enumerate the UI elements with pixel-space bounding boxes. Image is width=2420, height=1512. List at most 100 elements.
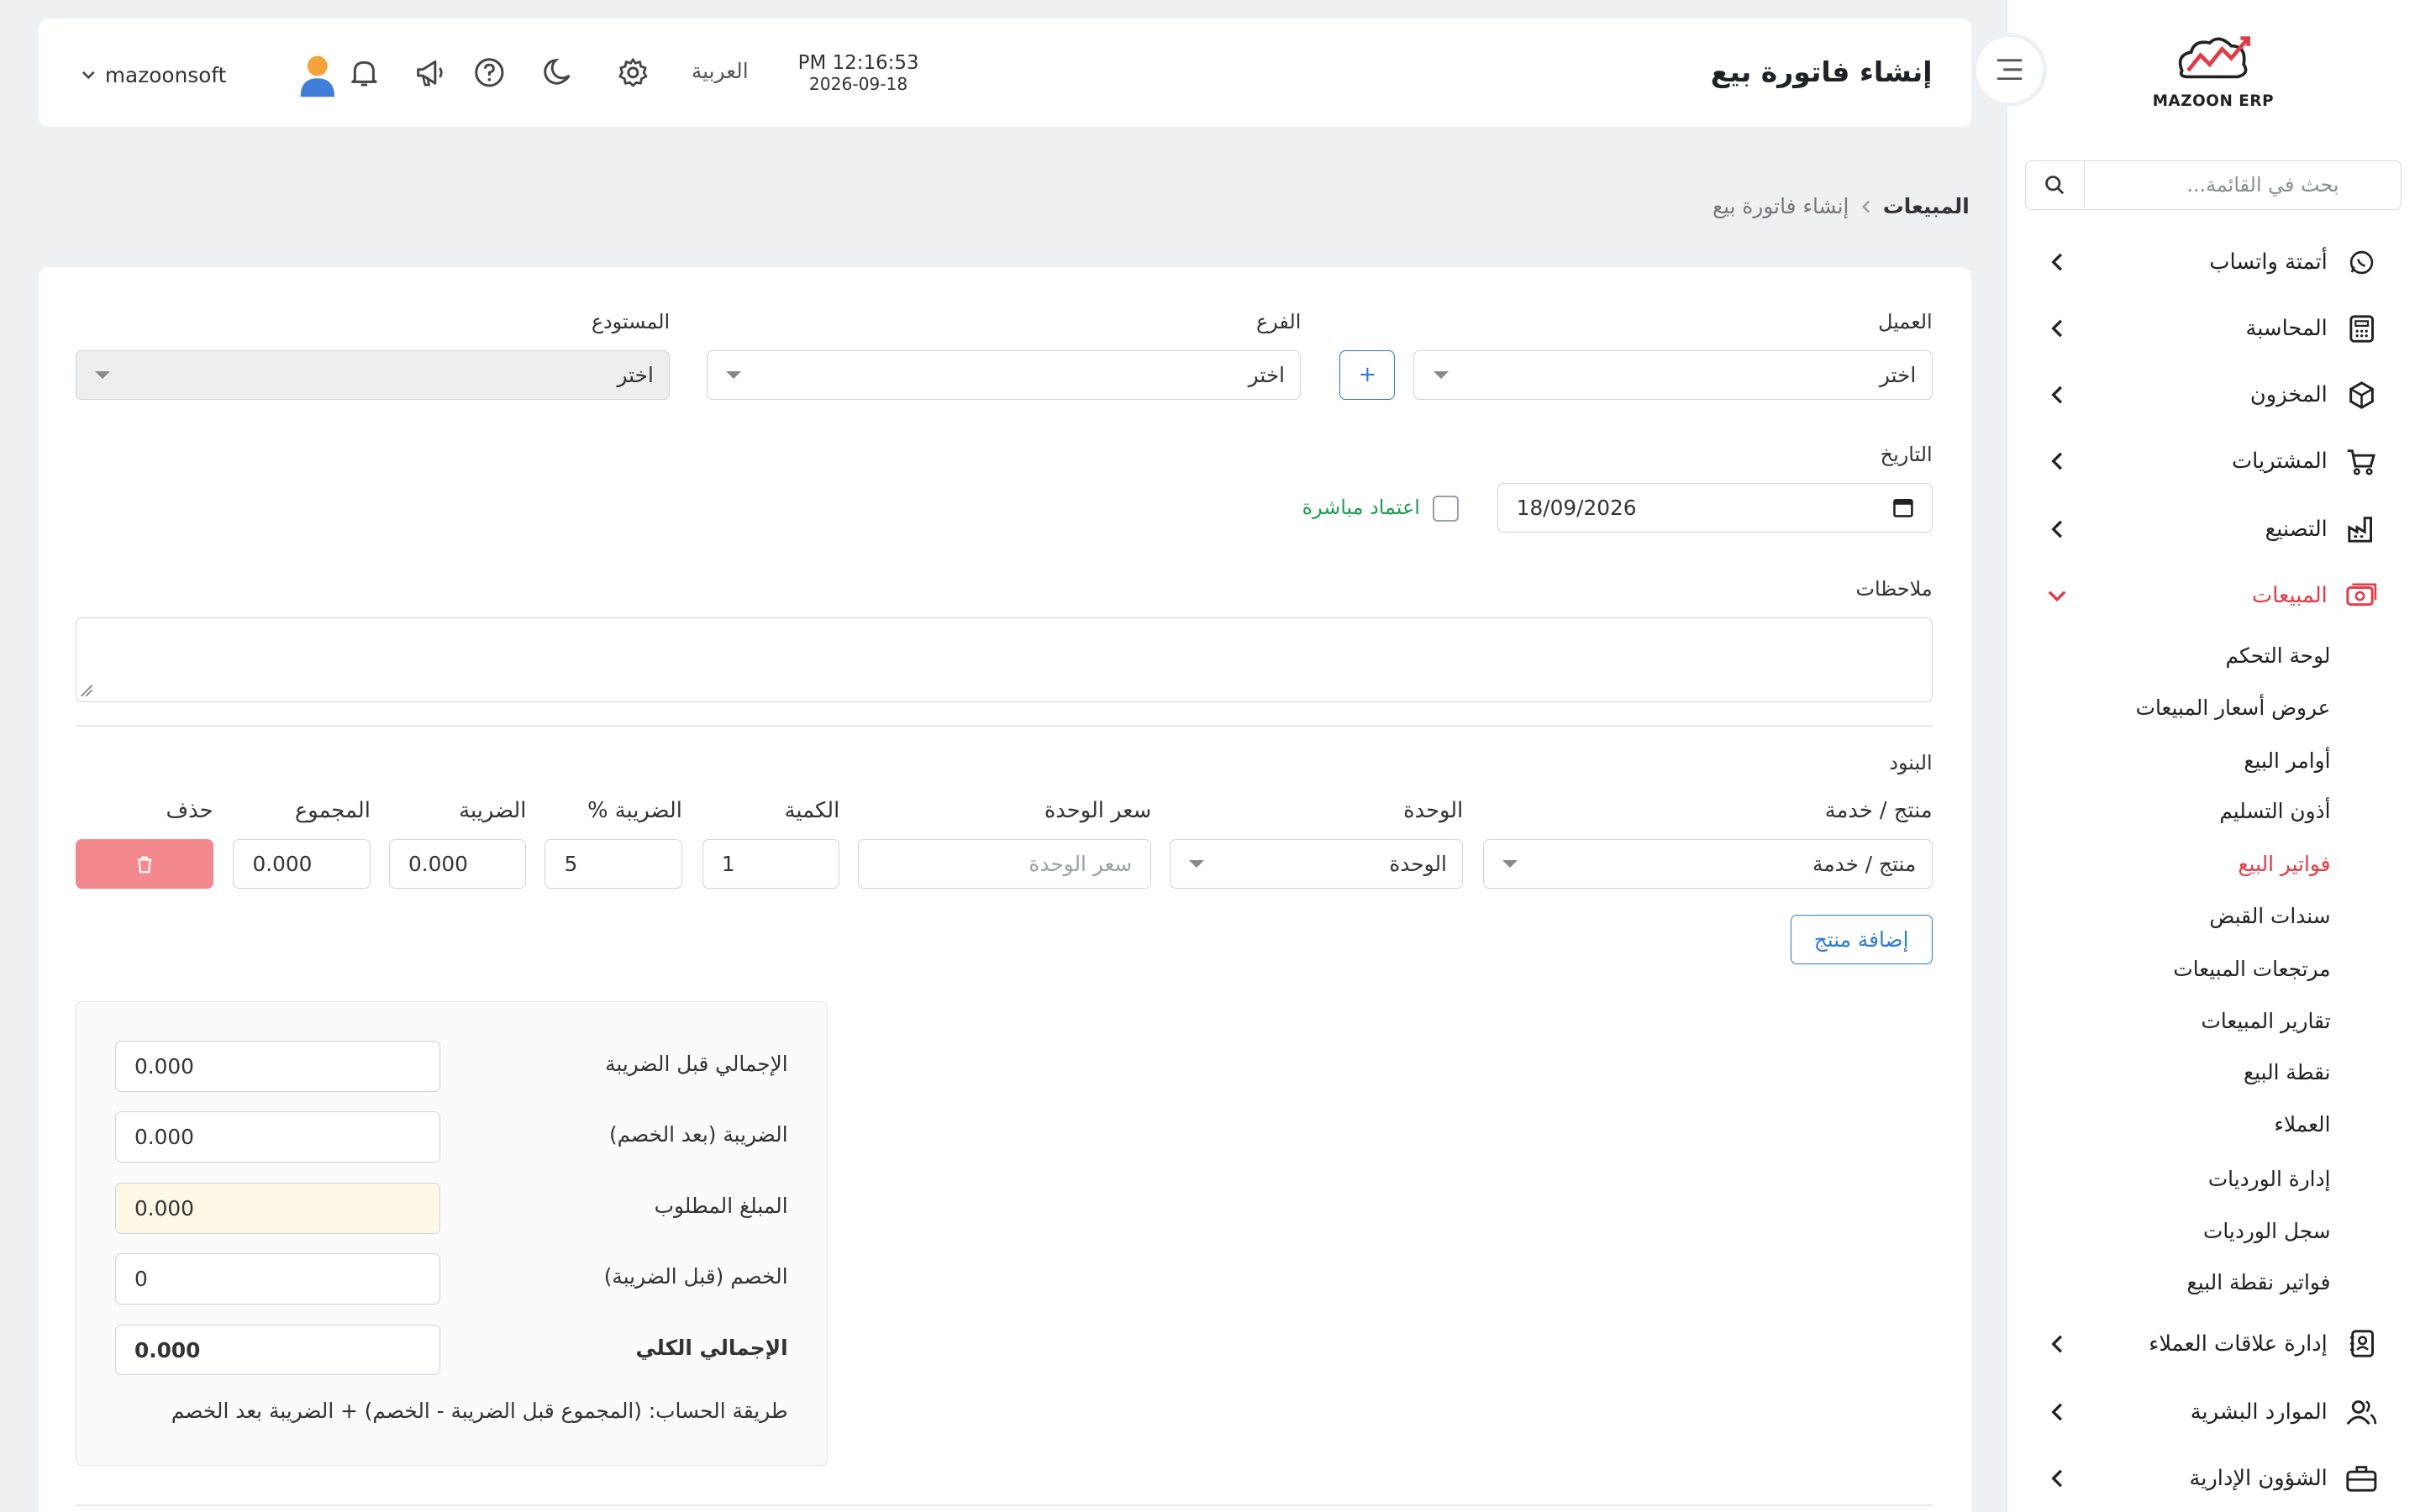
add-customer-button[interactable]: + [1339,349,1396,400]
dark-mode-icon[interactable] [540,55,574,89]
unit-select[interactable]: الوحدة [1170,839,1464,889]
logo[interactable]: MAZOON ERP [2151,34,2275,110]
sidebar-item-crm[interactable]: إدارة علاقات العملاء [2047,1322,2377,1365]
discount-input[interactable]: 0 [114,1253,441,1305]
menu-search-box [2024,160,2402,210]
customer-label: العميل [1878,310,1933,334]
caret-down-icon [1189,860,1205,868]
sidebar-item-label: المشتريات [2231,449,2328,475]
sidebar-item-label: أتمتة واتساب [2209,249,2328,276]
warehouse-select-value: اختر [617,362,654,387]
submenu-delivery-notes[interactable]: أذون التسليم [2219,799,2330,823]
whatsapp-icon [2346,247,2377,278]
logo-icon [2179,36,2251,79]
subtotal-label: الإجمالي قبل الضريبة [605,1051,788,1076]
submenu-sales-reports[interactable]: تقارير المبيعات [2202,1009,2331,1033]
amount-due-label: المبلغ المطلوب [654,1193,788,1218]
customer-select[interactable]: اختر [1413,349,1933,400]
settings-icon[interactable] [616,55,650,89]
submenu-sales-orders[interactable]: أوامر البيع [2244,748,2330,773]
submenu-pos-invoices[interactable]: فواتير نقطة البيع [2187,1270,2331,1294]
submenu-point-of-sale[interactable]: نقطة البيع [2244,1060,2331,1084]
sidebar-item-hr[interactable]: الموارد البشرية [2047,1390,2377,1433]
line-total-field: 0.000 [233,839,371,889]
chevron-down-icon [2047,585,2069,606]
unit-select-value: الوحدة [1389,852,1447,877]
clock-time: PM 12:16:53 [797,52,919,75]
items-label: البنود [1889,751,1933,775]
sidebar-item-purchases[interactable]: المشتريات [2047,439,2377,482]
invoice-form-card: العميل الفرع المستودع اختر + اختر اختر ا… [38,266,1971,1512]
language-switch[interactable]: العربية [692,59,749,83]
bottom-divider [76,1504,1933,1506]
add-product-button[interactable]: إضافة منتج [1790,915,1933,964]
chevron-left-icon [2047,1467,2069,1489]
submenu-receipt-vouchers[interactable]: سندات القبض [2209,904,2330,928]
sidebar-item-label: المبيعات [2252,582,2328,608]
megaphone-icon[interactable] [413,55,447,89]
submenu-shift-log[interactable]: سجل الورديات [2203,1219,2330,1243]
sidebar-item-label: التصنيع [2265,516,2328,542]
calculation-method-note: طريقة الحساب: (المجموع قبل الضريبة - الخ… [171,1399,788,1424]
col-total: المجموع [294,797,371,823]
caret-down-icon [1502,860,1518,868]
user-menu[interactable]: mazoonsoft [82,52,337,98]
direct-approval-label[interactable]: اعتماد مباشرة [1302,496,1420,519]
caret-down-icon [726,370,742,379]
menu-search-input[interactable] [2045,161,2339,208]
tax-after-discount-label: الضريبة (بعد الخصم) [608,1122,788,1147]
delete-line-button[interactable] [76,839,213,889]
subtotal-field: 0.000 [114,1040,441,1092]
notes-label: ملاحظات [1855,576,1933,601]
totals-summary: الإجمالي قبل الضريبة 0.000 الضريبة (بعد … [76,1001,828,1466]
avatar [300,56,334,97]
tax-percent-input[interactable]: 5 [544,839,682,889]
direct-approval-checkbox[interactable] [1432,495,1459,522]
sidebar-item-administration[interactable]: الشؤون الإدارية [2047,1457,2377,1499]
submenu-sales-invoices[interactable]: فواتير البيع [2238,852,2330,876]
page-title: إنشاء فاتورة بيع [1710,55,1933,89]
unit-price-input[interactable]: سعر الوحدة [858,839,1152,889]
clock-date: 2026-09-18 [808,74,908,95]
chevron-left-icon [2047,1333,2069,1355]
warehouse-select[interactable]: اختر [76,349,671,400]
submenu-sales-returns[interactable]: مرتجعات المبيعات [2173,957,2330,981]
chevron-left-icon [2047,450,2069,472]
branch-select[interactable]: اختر [707,349,1302,400]
quantity-input[interactable]: 1 [702,839,840,889]
sidebar-item-inventory[interactable]: المخزون [2047,373,2377,416]
help-icon[interactable] [472,55,506,89]
breadcrumb-root[interactable]: المبيعات [1883,194,1970,218]
bell-icon[interactable] [347,55,381,89]
sidebar-item-accounting[interactable]: المحاسبة [2047,307,2377,350]
username: mazoonsoft [104,63,227,88]
grand-total-field: 0.000 [114,1324,441,1376]
submenu-shift-management[interactable]: إدارة الورديات [2208,1167,2331,1191]
submenu-customers[interactable]: العملاء [2274,1112,2330,1137]
contacts-icon [2346,1328,2377,1359]
notes-textarea[interactable] [76,617,1933,702]
date-input[interactable]: 18/09/2026 [1497,482,1933,533]
chevron-down-icon [82,71,95,80]
submenu-dashboard[interactable]: لوحة التحكم [2226,643,2331,668]
search-button[interactable] [2026,161,2085,208]
sidebar-item-label: إدارة علاقات العملاء [2149,1331,2328,1357]
branch-select-value: اختر [1248,362,1286,387]
chevron-left-icon [2047,384,2069,406]
sidebar-item-manufacturing[interactable]: التصنيع [2047,507,2377,550]
section-divider [76,725,1933,727]
sidebar-item-whatsapp[interactable]: أتمتة واتساب [2047,241,2377,284]
customer-select-value: اختر [1879,362,1917,387]
search-icon [2045,175,2065,194]
sidebar-item-sales[interactable]: المبيعات [2047,574,2377,617]
product-select[interactable]: منتج / خدمة [1483,839,1933,889]
resize-handle-icon [80,685,93,697]
users-icon [2346,1396,2377,1427]
sidebar-toggle-button[interactable] [1972,32,2047,107]
box-icon [2346,380,2377,411]
submenu-sales-quotations[interactable]: عروض أسعار المبيعات [2136,696,2331,720]
col-tax: الضريبة [459,797,527,823]
caret-down-icon [95,370,111,379]
chevron-left-icon [2047,1401,2069,1423]
col-unit: الوحدة [1403,797,1464,823]
